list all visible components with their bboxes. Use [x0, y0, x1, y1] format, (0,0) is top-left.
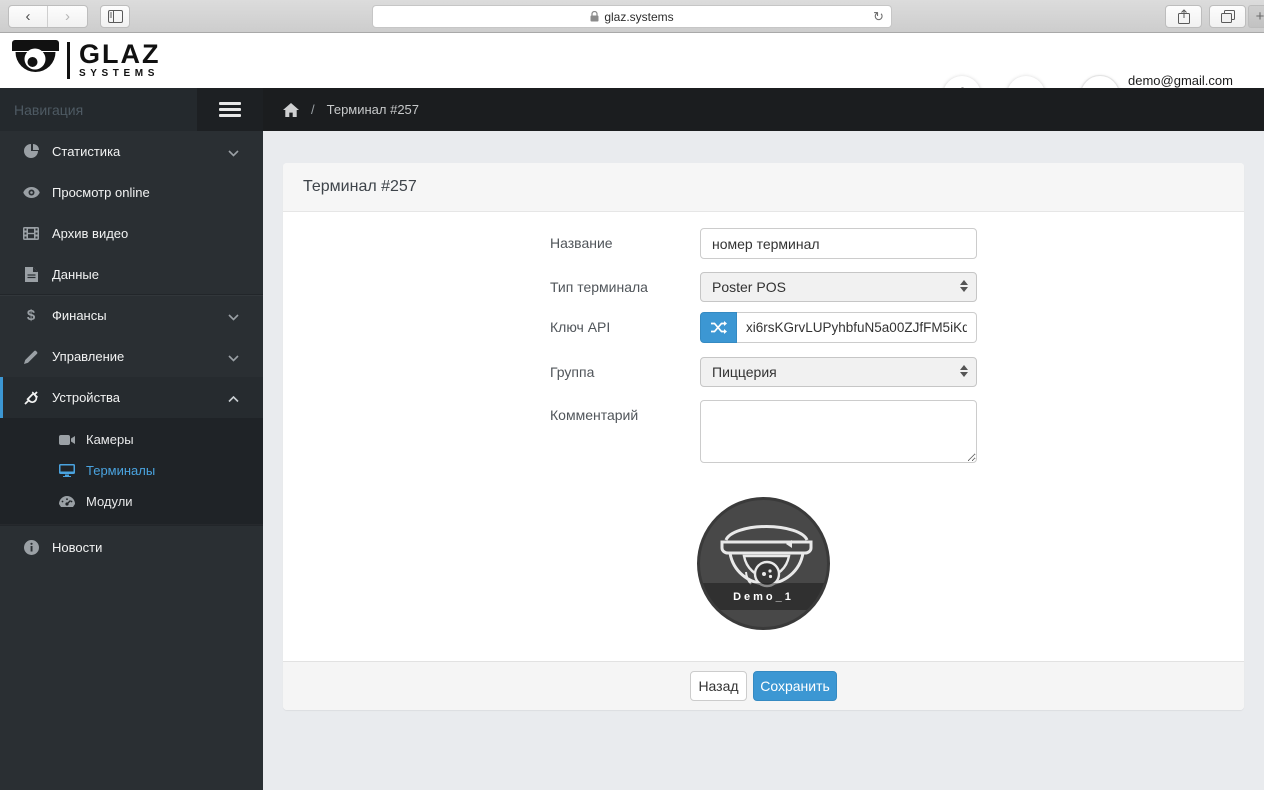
sidebar-item-live-view[interactable]: Просмотр online [0, 172, 263, 213]
back-button[interactable]: Назад [690, 671, 747, 701]
browser-toolbar: ‹ › glaz.systems ↻ + [0, 0, 1264, 33]
select-stepper-icon [960, 280, 968, 292]
refresh-icon[interactable]: ↻ [873, 9, 884, 25]
plug-icon [22, 391, 40, 405]
sidebar-item-label: Камеры [86, 432, 134, 447]
sidebar-item-video-archive[interactable]: Архив видео [0, 213, 263, 254]
logo-subtitle: SYSTEMS [79, 68, 161, 79]
new-tab-icon[interactable]: + [1248, 5, 1264, 28]
generate-key-button[interactable] [700, 312, 737, 343]
chevron-down-icon [228, 350, 239, 365]
sidebar-item-label: Статистика [52, 144, 120, 159]
logo-title: GLAZ [79, 42, 161, 66]
breadcrumb-page: Терминал #257 [327, 102, 419, 117]
sidebar-item-label: Управление [52, 349, 124, 364]
sidebar-item-data[interactable]: Данные [0, 254, 263, 295]
devices-submenu: Камеры Терминалы Модули [0, 418, 263, 525]
address-bar[interactable]: glaz.systems ↻ [372, 5, 892, 28]
camera-avatar[interactable]: Demo_1 [697, 497, 830, 630]
group-label: Группа [550, 364, 695, 380]
chevron-up-icon [228, 391, 239, 406]
sidebar-item-modules[interactable]: Модули [0, 486, 263, 517]
sidebar-item-management[interactable]: Управление [0, 336, 263, 377]
name-input[interactable] [700, 228, 977, 259]
terminal-form: Название Тип терминала Poster POS Ключ A… [283, 212, 1244, 661]
video-camera-icon [58, 435, 75, 445]
ssl-lock-icon [590, 11, 599, 22]
sidebar-item-label: Модули [86, 494, 133, 509]
app-root: ‹ › glaz.systems ↻ + [0, 0, 1264, 790]
pencil-icon [22, 350, 40, 364]
glaz-logo[interactable]: GLAZ SYSTEMS [12, 40, 161, 81]
sidebar-item-news[interactable]: Новости [0, 525, 263, 569]
chevron-down-icon [228, 309, 239, 324]
breadcrumb-separator: / [311, 102, 315, 117]
sidebar-item-label: Терминалы [86, 463, 155, 478]
film-icon [22, 227, 40, 240]
url-text: glaz.systems [604, 10, 673, 24]
panel-footer: Назад Сохранить [283, 661, 1244, 710]
tab-overview-icon[interactable] [1209, 5, 1246, 28]
shuffle-icon [711, 321, 727, 334]
sidebar-item-label: Данные [52, 267, 99, 282]
site-header: GLAZ SYSTEMS 4 ₴ 0.00 demo@gmail.com кли… [0, 33, 1264, 88]
api-key-label: Ключ API [550, 319, 695, 335]
dollar-icon: $ [22, 307, 40, 324]
api-key-input[interactable] [737, 312, 977, 343]
document-icon [22, 267, 40, 282]
group-select[interactable]: Пиццерия [700, 357, 977, 387]
dome-camera-logo-icon [12, 40, 59, 81]
sidebar-item-label: Финансы [52, 308, 107, 323]
sidebar-item-cameras[interactable]: Камеры [0, 424, 263, 455]
pie-chart-icon [22, 144, 40, 159]
save-button[interactable]: Сохранить [753, 671, 837, 701]
main-content: Терминал #257 Название Тип терминала Pos… [263, 131, 1264, 790]
monitor-icon [58, 464, 75, 477]
sidebar-toggle-button[interactable] [197, 88, 263, 131]
chevron-down-icon [228, 145, 239, 160]
share-icon[interactable] [1165, 5, 1202, 28]
sidebar-item-devices[interactable]: Устройства [0, 377, 263, 418]
reader-sidebar-icon[interactable] [100, 5, 130, 28]
select-stepper-icon [960, 365, 968, 377]
user-email: demo@gmail.com [1128, 74, 1233, 88]
sidebar-item-label: Новости [52, 540, 102, 555]
home-icon[interactable] [283, 103, 299, 117]
camera-avatar-circle: Demo_1 [697, 497, 830, 630]
info-icon [22, 540, 40, 555]
comment-label: Комментарий [550, 407, 695, 423]
sidebar-item-finance[interactable]: $ Финансы [0, 295, 263, 336]
sidebar-item-statistics[interactable]: Статистика [0, 131, 263, 172]
sidebar-item-label: Архив видео [52, 226, 128, 241]
hamburger-icon [219, 99, 241, 120]
terminal-type-value: Poster POS [712, 279, 786, 295]
nav-row: Навигация / Терминал #257 [0, 88, 1264, 131]
camera-avatar-label: Demo_1 [733, 591, 794, 603]
sidebar-item-label: Просмотр online [52, 185, 150, 200]
sidebar-title: Навигация [0, 88, 197, 131]
terminal-type-select[interactable]: Poster POS [700, 272, 977, 302]
panel-title: Терминал #257 [283, 163, 1244, 212]
comment-textarea[interactable] [700, 400, 977, 463]
sidebar-item-label: Устройства [52, 390, 120, 405]
group-value: Пиццерия [712, 364, 777, 380]
back-icon[interactable]: ‹ [9, 6, 48, 27]
history-nav-group: ‹ › [8, 5, 88, 28]
eye-icon [22, 187, 40, 198]
name-label: Название [550, 235, 695, 251]
breadcrumb: / Терминал #257 [263, 88, 1264, 131]
logo-divider [67, 42, 70, 79]
terminal-panel: Терминал #257 Название Тип терминала Pos… [283, 163, 1244, 710]
camera-avatar-band: Demo_1 [700, 583, 827, 610]
gauge-icon [58, 496, 75, 508]
sidebar-item-terminals[interactable]: Терминалы [0, 455, 263, 486]
terminal-type-label: Тип терминала [550, 279, 695, 295]
sidebar-nav: Статистика Просмотр online Архив видео Д… [0, 131, 263, 790]
forward-icon[interactable]: › [48, 6, 87, 27]
